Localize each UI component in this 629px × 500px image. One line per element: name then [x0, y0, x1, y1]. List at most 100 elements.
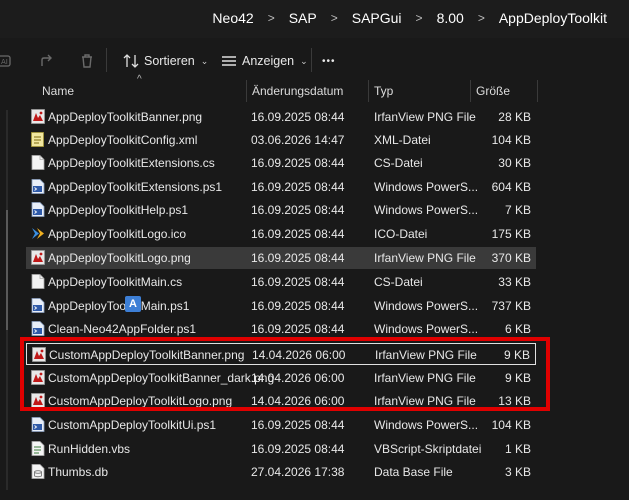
png-icon [31, 370, 45, 385]
file-type: Windows PowerS... [374, 299, 479, 313]
breadcrumb-item-sapgui[interactable]: SAPGui [348, 10, 406, 26]
ps1-icon [31, 298, 45, 313]
file-date: 16.09.2025 08:44 [251, 418, 345, 432]
chevron-down-icon: ⌄ [300, 55, 308, 66]
file-size: 9 KB [503, 348, 530, 362]
file-name: AppDeployToolkitLogo.ico [48, 227, 187, 241]
file-name: RunHidden.vbs [48, 442, 131, 456]
sort-icon [123, 54, 139, 68]
file-date: 16.09.2025 08:44 [251, 322, 345, 336]
xml-icon [31, 132, 45, 147]
breadcrumb-item-neo42[interactable]: Neo42 [208, 10, 257, 26]
file-size: 9 KB [504, 371, 531, 385]
file-row[interactable]: Thumbs.db 27.04.2026 17:38 Data Base Fil… [26, 461, 536, 483]
file-date: 16.09.2025 08:44 [251, 251, 345, 265]
column-divider[interactable] [537, 80, 538, 102]
sort-button[interactable]: Sortieren ⌄ [122, 50, 208, 72]
view-button[interactable]: Anzeigen ⌄ [220, 50, 308, 72]
share-icon[interactable] [38, 50, 56, 72]
svg-text:AI: AI [1, 58, 8, 66]
file-type: Windows PowerS... [374, 203, 479, 217]
chevron-down-icon: ⌄ [200, 55, 209, 66]
file-date: 16.09.2025 08:44 [251, 299, 345, 313]
file-row[interactable]: AppDeployToolkitConfig.xml 03.06.2026 14… [26, 129, 536, 151]
scrollbar-thumb[interactable] [6, 210, 8, 330]
file-row[interactable]: RunHidden.vbs 16.09.2025 08:44 VBScript-… [26, 438, 536, 460]
file-row[interactable]: CustomAppDeployToolkitUi.ps1 16.09.2025 … [26, 414, 536, 436]
file-date: 16.09.2025 08:44 [251, 156, 345, 170]
file-date: 14.04.2026 06:00 [252, 348, 346, 362]
vbs-icon [31, 441, 45, 456]
file-row[interactable]: AppDeployToolkitLogo.ico 16.09.2025 08:4… [26, 223, 536, 245]
file-type: VBScript-Skriptdatei [374, 442, 482, 456]
column-header-date[interactable]: Änderungsdatum [252, 84, 343, 98]
file-row[interactable]: CustomAppDeployToolkitBanner_dark.png 14… [26, 367, 536, 389]
translate-overlay-icon[interactable]: A [125, 296, 141, 312]
file-name: AppDeployToolkitMain.cs [48, 275, 183, 289]
file-name: CustomAppDeployToolkitBanner_dark.png [48, 371, 275, 385]
png-icon [32, 347, 46, 362]
sort-ascending-icon: ^ [137, 74, 142, 85]
file-row[interactable]: AppDeployToolkitHelp.ps1 16.09.2025 08:4… [26, 199, 536, 221]
column-divider[interactable] [246, 80, 247, 102]
file-size: 13 KB [498, 394, 531, 408]
column-header-type[interactable]: Typ [374, 84, 393, 98]
delete-icon[interactable] [78, 50, 96, 72]
chevron-right-icon: > [477, 11, 485, 25]
file-type: Windows PowerS... [374, 322, 479, 336]
file-size: 104 KB [491, 133, 531, 147]
more-options-button[interactable]: ••• [322, 50, 336, 72]
file-type: IrfanView PNG File [375, 348, 477, 362]
file-name: AppDeployToolkitConfig.xml [48, 133, 198, 147]
breadcrumb-item-current[interactable]: AppDeployToolkit [495, 10, 611, 26]
column-header-name[interactable]: Name [42, 84, 74, 98]
file-date: 16.09.2025 08:44 [251, 110, 345, 124]
file-name: CustomAppDeployToolkitBanner.png [49, 348, 245, 362]
file-size: 370 KB [491, 251, 531, 265]
file-size: 175 KB [491, 227, 531, 241]
file-row[interactable]: AppDeployToolkitMain.cs 16.09.2025 08:44… [26, 271, 536, 293]
file-type: CS-Datei [374, 156, 423, 170]
chevron-right-icon: > [415, 11, 423, 25]
file-name: AppDeployToolkitBanner.png [48, 110, 203, 124]
file-name: AppDeployToolkitExtensions.cs [48, 156, 215, 170]
chevron-right-icon: > [330, 11, 338, 25]
ps1-icon [31, 417, 45, 432]
file-row-selected[interactable]: AppDeployToolkitLogo.png 16.09.2025 08:4… [26, 247, 536, 269]
file-row[interactable]: AppDeployToolkitBanner.png 16.09.2025 08… [26, 106, 536, 128]
file-date: 16.09.2025 08:44 [251, 442, 345, 456]
file-type: Data Base File [374, 465, 453, 479]
column-header-size[interactable]: Größe [476, 84, 510, 98]
breadcrumb-item-version[interactable]: 8.00 [433, 10, 468, 26]
file-row[interactable]: Clean-Neo42AppFolder.ps1 16.09.2025 08:4… [26, 318, 536, 340]
file-size: 6 KB [504, 322, 531, 336]
file-icon [31, 274, 45, 289]
file-date: 14.04.2026 06:00 [251, 394, 345, 408]
file-row[interactable]: AppDeployToolkitExtensions.cs 16.09.2025… [26, 152, 536, 174]
file-row[interactable]: AppDeployToolkitExtensions.ps1 16.09.202… [26, 176, 536, 198]
file-type: IrfanView PNG File [374, 110, 476, 124]
file-type: Windows PowerS... [374, 180, 479, 194]
file-row[interactable]: AppDeployToolkitMain.ps1 16.09.2025 08:4… [26, 295, 536, 317]
ps1-icon [31, 202, 45, 217]
file-date: 14.04.2026 06:00 [251, 371, 345, 385]
chevron-right-icon: > [267, 11, 275, 25]
ico-icon [31, 226, 45, 241]
rename-icon[interactable]: AI [0, 50, 18, 72]
file-size: 104 KB [491, 418, 531, 432]
file-type: IrfanView PNG File [374, 371, 476, 385]
column-divider[interactable] [470, 80, 471, 102]
file-size: 30 KB [498, 156, 531, 170]
db-icon [31, 464, 45, 479]
address-bar: Neo42 > SAP > SAPGui > 8.00 > AppDeployT… [0, 0, 629, 38]
file-date: 03.06.2026 14:47 [251, 133, 345, 147]
file-row-focused[interactable]: CustomAppDeployToolkitBanner.png 14.04.2… [26, 343, 536, 365]
breadcrumb: Neo42 > SAP > SAPGui > 8.00 > AppDeployT… [208, 10, 611, 26]
toolbar-divider [106, 48, 107, 72]
ps1-icon [31, 321, 45, 336]
column-divider[interactable] [368, 80, 369, 102]
breadcrumb-item-sap[interactable]: SAP [285, 10, 321, 26]
file-row[interactable]: CustomAppDeployToolkitLogo.png 14.04.202… [26, 390, 536, 412]
file-icon [31, 155, 45, 170]
png-icon [31, 393, 45, 408]
